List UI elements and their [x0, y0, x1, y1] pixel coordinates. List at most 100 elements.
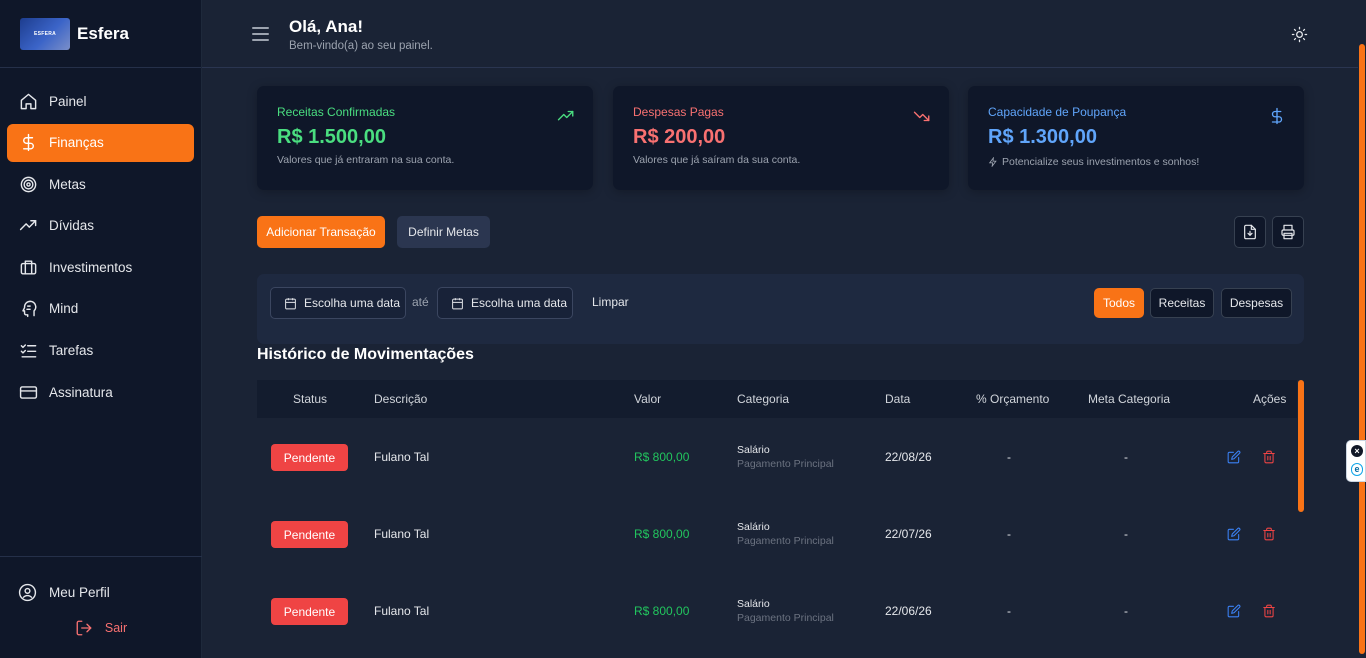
logout-label: Sair: [104, 621, 128, 635]
card-receitas: Receitas Confirmadas R$ 1.500,00 Valores…: [257, 86, 593, 190]
file-download-icon: [1244, 224, 1256, 240]
category-name: Salário: [737, 598, 770, 610]
row-goal: -: [1124, 450, 1128, 464]
extension-icon[interactable]: e: [1351, 463, 1363, 476]
card-value: R$ 200,00: [633, 126, 726, 148]
row-budget: -: [1007, 450, 1011, 464]
edit-icon[interactable]: [1227, 604, 1241, 621]
date-from-label: Escolha uma data: [304, 296, 401, 310]
table-row: Pendente Fulano Tal R$ 800,00 Salário Pa…: [257, 419, 1297, 496]
calendar-icon: [285, 297, 296, 309]
column-header: Ações: [1253, 392, 1287, 406]
sidebar-item-label: Finanças: [49, 135, 104, 151]
status-badge: Pendente: [271, 444, 348, 471]
page-title: Olá, Ana!: [289, 17, 363, 36]
trash-icon[interactable]: [1262, 604, 1276, 621]
table-scrollbar[interactable]: [1298, 380, 1304, 512]
date-range-separator: até: [412, 295, 429, 309]
profile-link[interactable]: Meu Perfil: [0, 574, 202, 610]
table-header: Status Descrição Valor Categoria Data % …: [257, 380, 1297, 418]
trending-up-icon: [557, 107, 575, 125]
filter-todos[interactable]: Todos: [1094, 288, 1144, 318]
sidebar-item-assinatura[interactable]: Assinatura: [7, 373, 194, 411]
topbar: Olá, Ana! Bem-vindo(a) ao seu painel.: [202, 0, 1358, 68]
sidebar-item-label: Mind: [49, 301, 79, 317]
row-goal: -: [1124, 604, 1128, 618]
sidebar-item-financas[interactable]: Finanças: [7, 123, 194, 162]
sidebar: ESFERA Esfera Painel Finanças Metas Dívi…: [0, 0, 202, 658]
page-scrollbar[interactable]: [1359, 44, 1365, 654]
target-icon: [18, 174, 38, 194]
row-budget: -: [1007, 604, 1011, 618]
zap-icon: [988, 157, 997, 167]
trash-icon[interactable]: [1262, 527, 1276, 544]
date-from-picker[interactable]: Escolha uma data: [270, 287, 406, 319]
sidebar-item-tarefas[interactable]: Tarefas: [7, 332, 194, 370]
row-budget: -: [1007, 527, 1011, 541]
row-category: Salário Pagamento Principal: [737, 521, 834, 547]
column-header: Status: [293, 392, 328, 406]
history-title: Histórico de Movimentações: [257, 346, 474, 363]
brand-name: Esfera: [77, 23, 129, 43]
row-date: 22/08/26: [885, 450, 932, 464]
sidebar-item-investimentos[interactable]: Investimentos: [7, 248, 194, 286]
filter-receitas[interactable]: Receitas: [1150, 288, 1214, 318]
sidebar-item-label: Dívidas: [49, 218, 95, 234]
credit-card-icon: [18, 382, 38, 402]
row-category: Salário Pagamento Principal: [737, 444, 834, 470]
date-to-label: Escolha uma data: [471, 296, 568, 310]
extension-widget[interactable]: × e: [1346, 440, 1366, 482]
edit-icon[interactable]: [1227, 450, 1241, 467]
card-value: R$ 1.300,00: [988, 126, 1097, 148]
category-name: Salário: [737, 444, 770, 456]
column-header: Data: [885, 392, 911, 406]
export-button[interactable]: [1234, 216, 1266, 248]
table-row: Pendente Fulano Tal R$ 800,00 Salário Pa…: [257, 573, 1297, 650]
column-header: Categoria: [737, 392, 790, 406]
row-goal: -: [1124, 527, 1128, 541]
sidebar-item-painel[interactable]: Painel: [7, 82, 194, 120]
sidebar-item-mind[interactable]: Mind: [7, 290, 194, 328]
card-subtitle: Valores que já entraram na sua conta.: [277, 154, 455, 166]
briefcase-icon: [18, 257, 38, 277]
sidebar-item-label: Assinatura: [49, 384, 113, 400]
dollar-icon: [1268, 107, 1286, 125]
menu-toggle-icon[interactable]: [252, 27, 269, 41]
row-description: Fulano Tal: [374, 604, 430, 618]
column-header: % Orçamento: [976, 392, 1050, 406]
date-to-picker[interactable]: Escolha uma data: [437, 287, 573, 319]
filter-despesas[interactable]: Despesas: [1221, 288, 1292, 318]
column-header: Valor: [634, 392, 662, 406]
define-goals-button[interactable]: Definir Metas: [397, 216, 490, 248]
sidebar-item-metas[interactable]: Metas: [7, 165, 194, 203]
sidebar-item-label: Tarefas: [49, 343, 94, 359]
sidebar-item-dividas[interactable]: Dívidas: [7, 207, 194, 245]
card-poupanca: Capacidade de Poupança R$ 1.300,00 Poten…: [968, 86, 1304, 190]
logout-button[interactable]: Sair: [0, 615, 202, 641]
card-title: Capacidade de Poupança: [988, 105, 1127, 119]
sidebar-item-label: Metas: [49, 176, 86, 192]
add-transaction-button[interactable]: Adicionar Transação: [257, 216, 385, 248]
row-value: R$ 800,00: [634, 604, 690, 618]
brand-logo: ESFERA: [20, 17, 70, 50]
filter-bar: Escolha uma data até Escolha uma data Li…: [257, 274, 1304, 344]
row-value: R$ 800,00: [634, 527, 690, 541]
card-title: Despesas Pagas: [633, 105, 724, 119]
edit-icon[interactable]: [1227, 527, 1241, 544]
close-icon[interactable]: ×: [1351, 445, 1363, 457]
card-subtitle: Valores que já saíram da sua conta.: [633, 154, 801, 166]
sidebar-item-label: Investimentos: [49, 259, 133, 275]
category-sub: Pagamento Principal: [737, 535, 834, 547]
printer-icon: [1281, 224, 1295, 240]
brand[interactable]: ESFERA Esfera: [0, 0, 201, 68]
logout-icon: [76, 620, 92, 636]
print-button[interactable]: [1272, 216, 1304, 248]
clear-filter-button[interactable]: Limpar: [592, 295, 629, 309]
user-circle-icon: [18, 583, 37, 601]
trending-up-icon: [18, 216, 38, 236]
sidebar-item-label: Painel: [49, 93, 87, 109]
sun-icon[interactable]: [1291, 26, 1308, 43]
row-category: Salário Pagamento Principal: [737, 598, 834, 624]
row-value: R$ 800,00: [634, 450, 690, 464]
trash-icon[interactable]: [1262, 450, 1276, 467]
